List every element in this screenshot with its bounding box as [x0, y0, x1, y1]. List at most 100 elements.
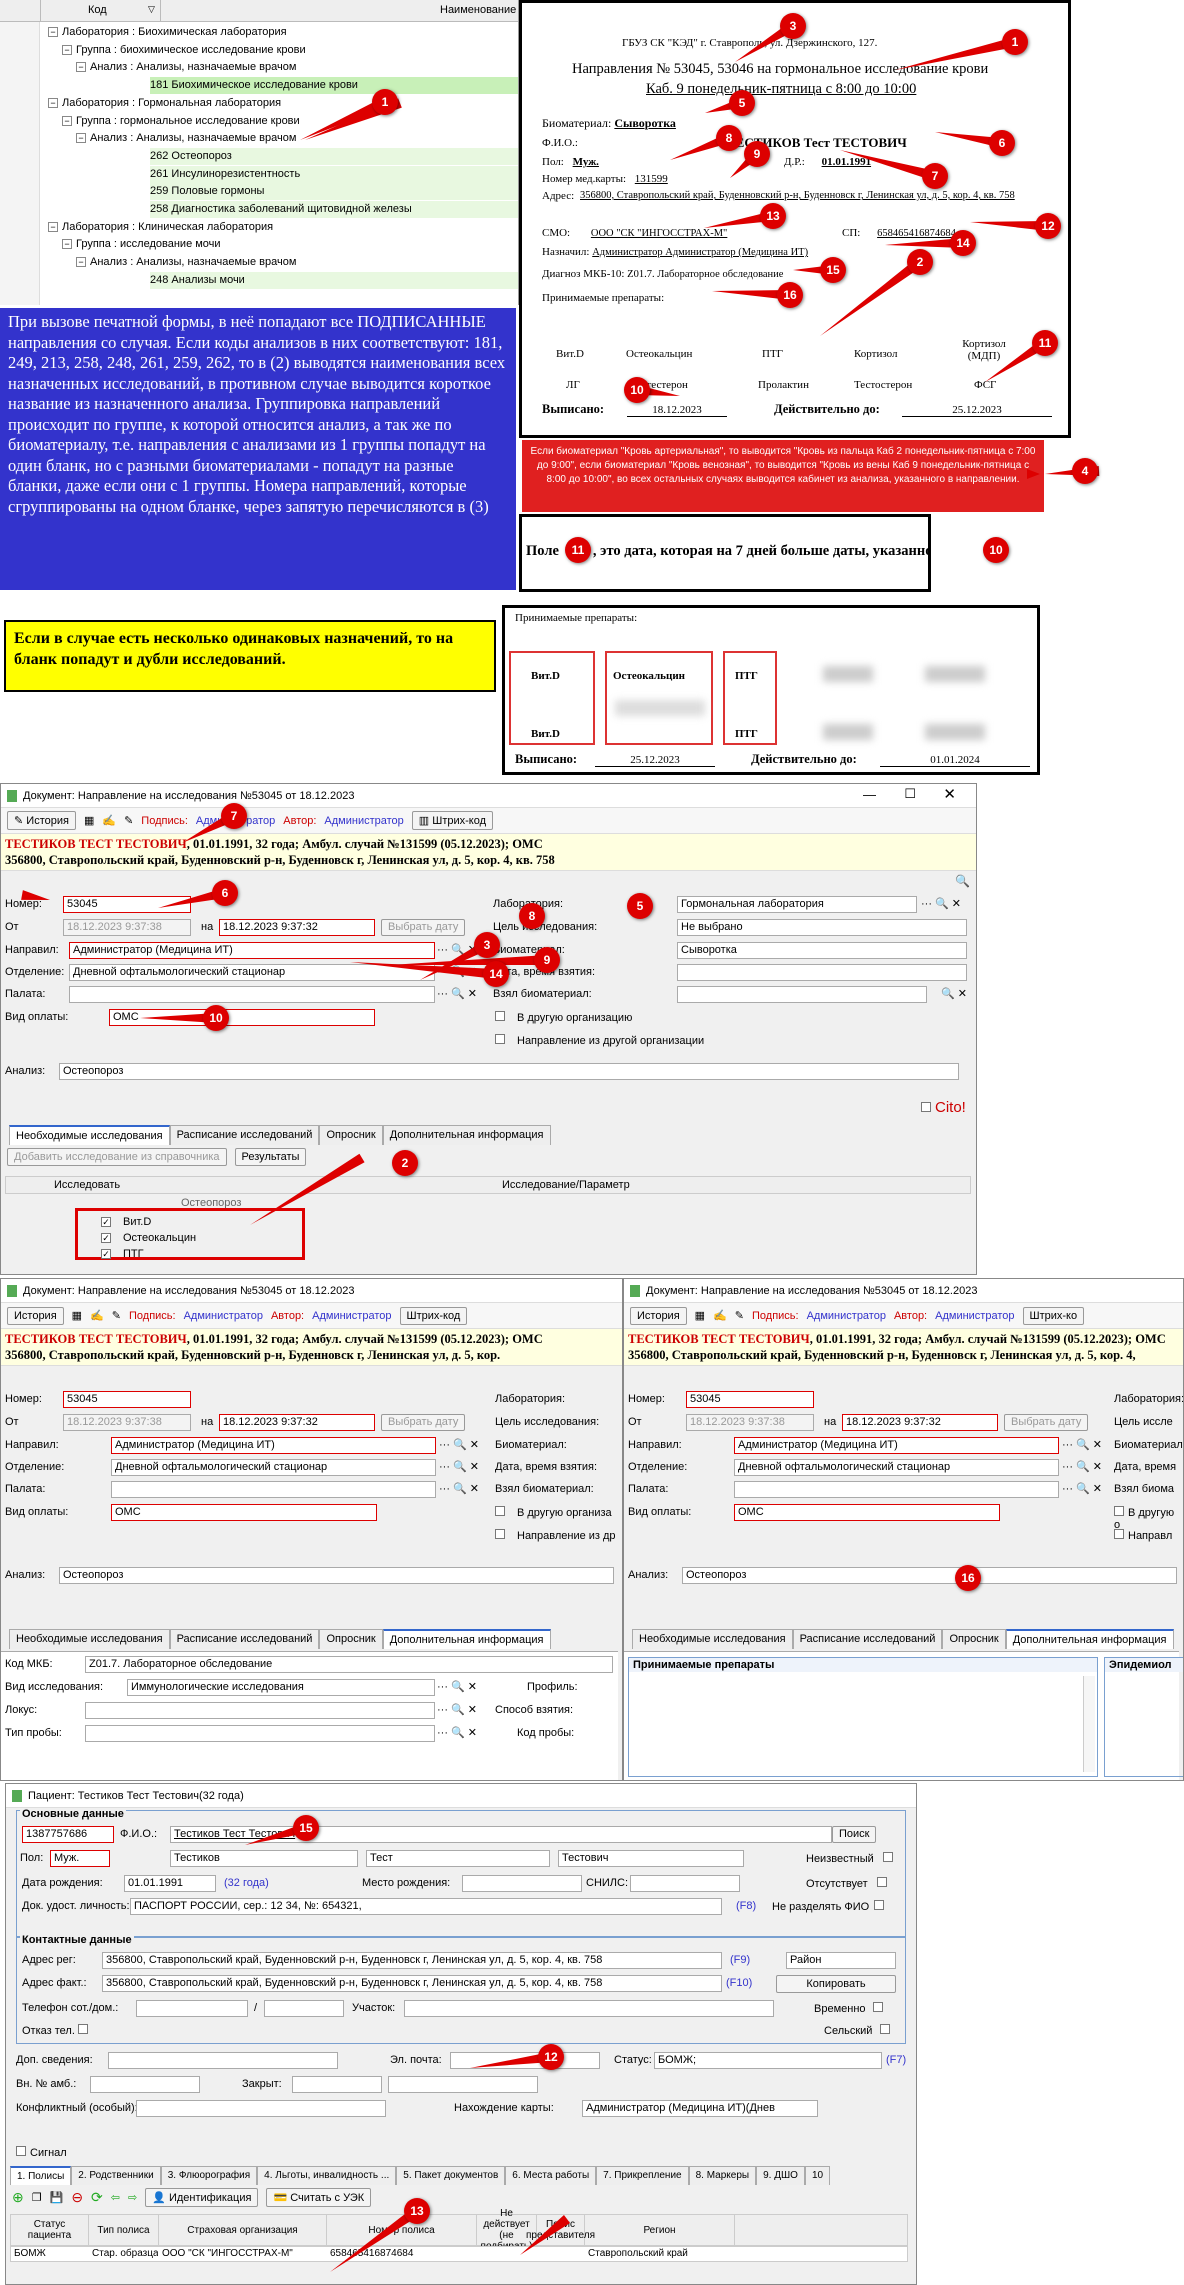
tree-row[interactable]: 258 Диагностика заболеваний щитовидной ж… — [150, 201, 518, 218]
take-date-input[interactable] — [677, 964, 967, 981]
directed-by-input[interactable]: Администратор (Медицина ИТ) — [734, 1437, 1059, 1454]
collapse-icon[interactable]: − — [62, 44, 72, 55]
dep-actions-icon[interactable]: ··· 🔍 ✕ — [437, 965, 477, 978]
tab-required[interactable]: Необходимые исследования — [9, 1629, 170, 1649]
tree-col-code[interactable]: Код — [88, 4, 107, 16]
add-study-button[interactable]: Добавить исследование из справочника — [7, 1148, 227, 1166]
tab-patient[interactable]: 4. Льготы, инвалидность ... — [257, 2166, 397, 2185]
department-input[interactable]: Дневной офтальмологический стационар — [111, 1459, 436, 1476]
barcode-button[interactable]: Штрих-код — [399, 1306, 468, 1325]
tree-row[interactable]: − Группа : биохимическое исследование кро… — [62, 42, 518, 59]
from-date-input[interactable]: 18.12.2023 9:37:38 — [63, 919, 191, 936]
policy-col[interactable]: Номер полиса — [327, 2215, 477, 2245]
tree-row[interactable]: − Анализ : Анализы, назначаемые врачом — [76, 254, 518, 271]
study-checkbox[interactable]: ✓ — [101, 1233, 111, 1243]
minimize-icon[interactable]: — — [863, 787, 876, 802]
number-input[interactable]: 53045 — [686, 1391, 814, 1408]
dob-input[interactable]: 01.01.1991 — [124, 1875, 216, 1892]
rayon-select[interactable]: Район — [786, 1952, 896, 1969]
collapse-icon[interactable]: − — [76, 62, 86, 73]
pick-date-button[interactable]: Выбрать дату — [381, 919, 466, 936]
tab-questionnaire[interactable]: Опросник — [319, 1629, 383, 1649]
number-input[interactable]: 53045 — [63, 896, 191, 913]
close-icon[interactable]: ✕ — [943, 785, 956, 803]
mobile-input[interactable] — [136, 2000, 248, 2017]
payment-select[interactable]: ОМС — [111, 1504, 377, 1521]
collapse-icon[interactable]: − — [62, 115, 72, 126]
type-actions-icon[interactable]: ··· 🔍 ✕ — [437, 1680, 477, 1693]
from-org-checkbox[interactable] — [1114, 1529, 1124, 1539]
collapse-icon[interactable]: − — [76, 257, 86, 268]
tree-row[interactable]: − Анализ : Анализы, назначаемые врачом — [76, 130, 518, 147]
absent-checkbox[interactable] — [876, 1877, 887, 1887]
col-study[interactable]: Исследование/Параметр — [502, 1177, 630, 1193]
tree-row[interactable]: 248 Анализы мочи — [150, 271, 518, 289]
arrow-left-icon[interactable]: ⇦ — [111, 2191, 120, 2204]
sex-select[interactable]: Муж. — [50, 1850, 110, 1867]
tab-questionnaire[interactable]: Опросник — [942, 1629, 1006, 1649]
lab-input[interactable]: Гормональная лаборатория — [677, 896, 917, 913]
read-uek-button[interactable]: 💳 Считать с УЭК — [266, 2188, 372, 2207]
policy-col[interactable]: Статус пациента — [11, 2215, 89, 2245]
delete-icon[interactable]: ⊖ — [71, 2189, 83, 2206]
tree-row[interactable]: 262 Остеопороз — [150, 147, 518, 165]
tab-patient[interactable]: 8. Маркеры — [688, 2166, 757, 2185]
status-input[interactable]: БОМЖ; — [654, 2052, 882, 2069]
history-button[interactable]: История — [630, 1306, 687, 1325]
analysis-input[interactable]: Остеопороз — [59, 1063, 959, 1080]
tree-col-name[interactable]: Наименование — [440, 4, 516, 16]
grid-icon[interactable]: ▦ — [84, 814, 94, 827]
filter-icon[interactable]: ▽ — [148, 4, 155, 15]
tree-row[interactable]: 181 Биохимическое исследование крови — [150, 77, 518, 95]
tab-required[interactable]: Необходимые исследования — [632, 1629, 793, 1649]
pob-input[interactable] — [462, 1875, 582, 1892]
policy-col[interactable]: Страховая организация — [159, 2215, 327, 2245]
other-org-checkbox[interactable] — [495, 1011, 505, 1021]
dir-actions-icon[interactable]: ··· 🔍 ✕ — [1062, 1438, 1102, 1451]
lab-actions-icon[interactable]: ··· 🔍 ✕ — [921, 897, 961, 910]
tab-schedule[interactable]: Расписание исследований — [169, 1125, 320, 1145]
home-phone-input[interactable] — [264, 2000, 344, 2017]
save-icon[interactable]: 💾 — [50, 2191, 64, 2204]
collapse-icon[interactable]: − — [48, 27, 58, 38]
search-button[interactable]: Поиск — [832, 1826, 877, 1843]
other-org-checkbox[interactable] — [1114, 1506, 1124, 1516]
nosplit-checkbox[interactable] — [874, 1900, 885, 1910]
tree-row[interactable]: − Группа : гормональное исследование кров… — [62, 113, 518, 130]
study-checkbox[interactable]: ✓ — [101, 1217, 111, 1227]
tab-extra-info[interactable]: Дополнительная информация — [1005, 1629, 1174, 1649]
ward-input[interactable] — [111, 1481, 436, 1498]
took-input[interactable] — [677, 986, 927, 1003]
tree-row[interactable]: 259 Половые гормоны — [150, 183, 518, 201]
biomaterial-select[interactable]: Сыворотка — [677, 942, 967, 959]
copy-icon[interactable]: ❐ — [32, 2191, 42, 2204]
directed-by-input[interactable]: Администратор (Медицина ИТ) — [69, 942, 435, 959]
amb-input[interactable] — [90, 2076, 200, 2093]
tab-patient[interactable]: 1. Полисы — [10, 2166, 72, 2185]
probe-actions-icon[interactable]: ··· 🔍 ✕ — [437, 1726, 477, 1739]
dir-actions-icon[interactable]: ··· 🔍 ✕ — [439, 1438, 479, 1451]
surname-input[interactable]: Тестиков — [170, 1850, 358, 1867]
ward-actions-icon[interactable]: ··· 🔍 ✕ — [437, 987, 477, 1000]
temp-checkbox[interactable] — [872, 2002, 883, 2012]
patronymic-input[interactable]: Тестович — [558, 1850, 744, 1867]
took-actions-icon[interactable]: 🔍 ✕ — [941, 987, 967, 1000]
other-org-checkbox[interactable] — [495, 1506, 505, 1516]
history-button[interactable]: ✎ История — [7, 811, 76, 830]
department-input[interactable]: Дневной офтальмологический стационар — [734, 1459, 1059, 1476]
name-input[interactable]: Тест — [366, 1850, 550, 1867]
cito-checkbox[interactable] — [921, 1102, 931, 1112]
pick-date-button[interactable]: Выбрать дату — [381, 1414, 466, 1431]
ident-button[interactable]: 👤 Идентификация — [145, 2188, 259, 2207]
tab-patient[interactable]: 2. Родственники — [71, 2166, 161, 2185]
tree-row[interactable]: − Лаборатория : Гормональная лаборатория — [48, 95, 518, 112]
from-org-checkbox[interactable] — [495, 1034, 505, 1044]
unknown-checkbox[interactable] — [882, 1852, 893, 1862]
barcode-button[interactable]: ▥ Штрих-код — [411, 811, 494, 830]
tree-row[interactable]: 261 Инсулинорезистентность — [150, 165, 518, 183]
table-row[interactable]: БОМЖ Стар. образца ООО "СК "ИНГОССТРАХ-М" 6… — [10, 2246, 908, 2262]
rural-checkbox[interactable] — [879, 2024, 890, 2034]
to-date-input[interactable]: 18.12.2023 9:37:32 — [842, 1414, 998, 1431]
number-input[interactable]: 53045 — [63, 1391, 191, 1408]
closed-reason-select[interactable] — [388, 2076, 538, 2093]
